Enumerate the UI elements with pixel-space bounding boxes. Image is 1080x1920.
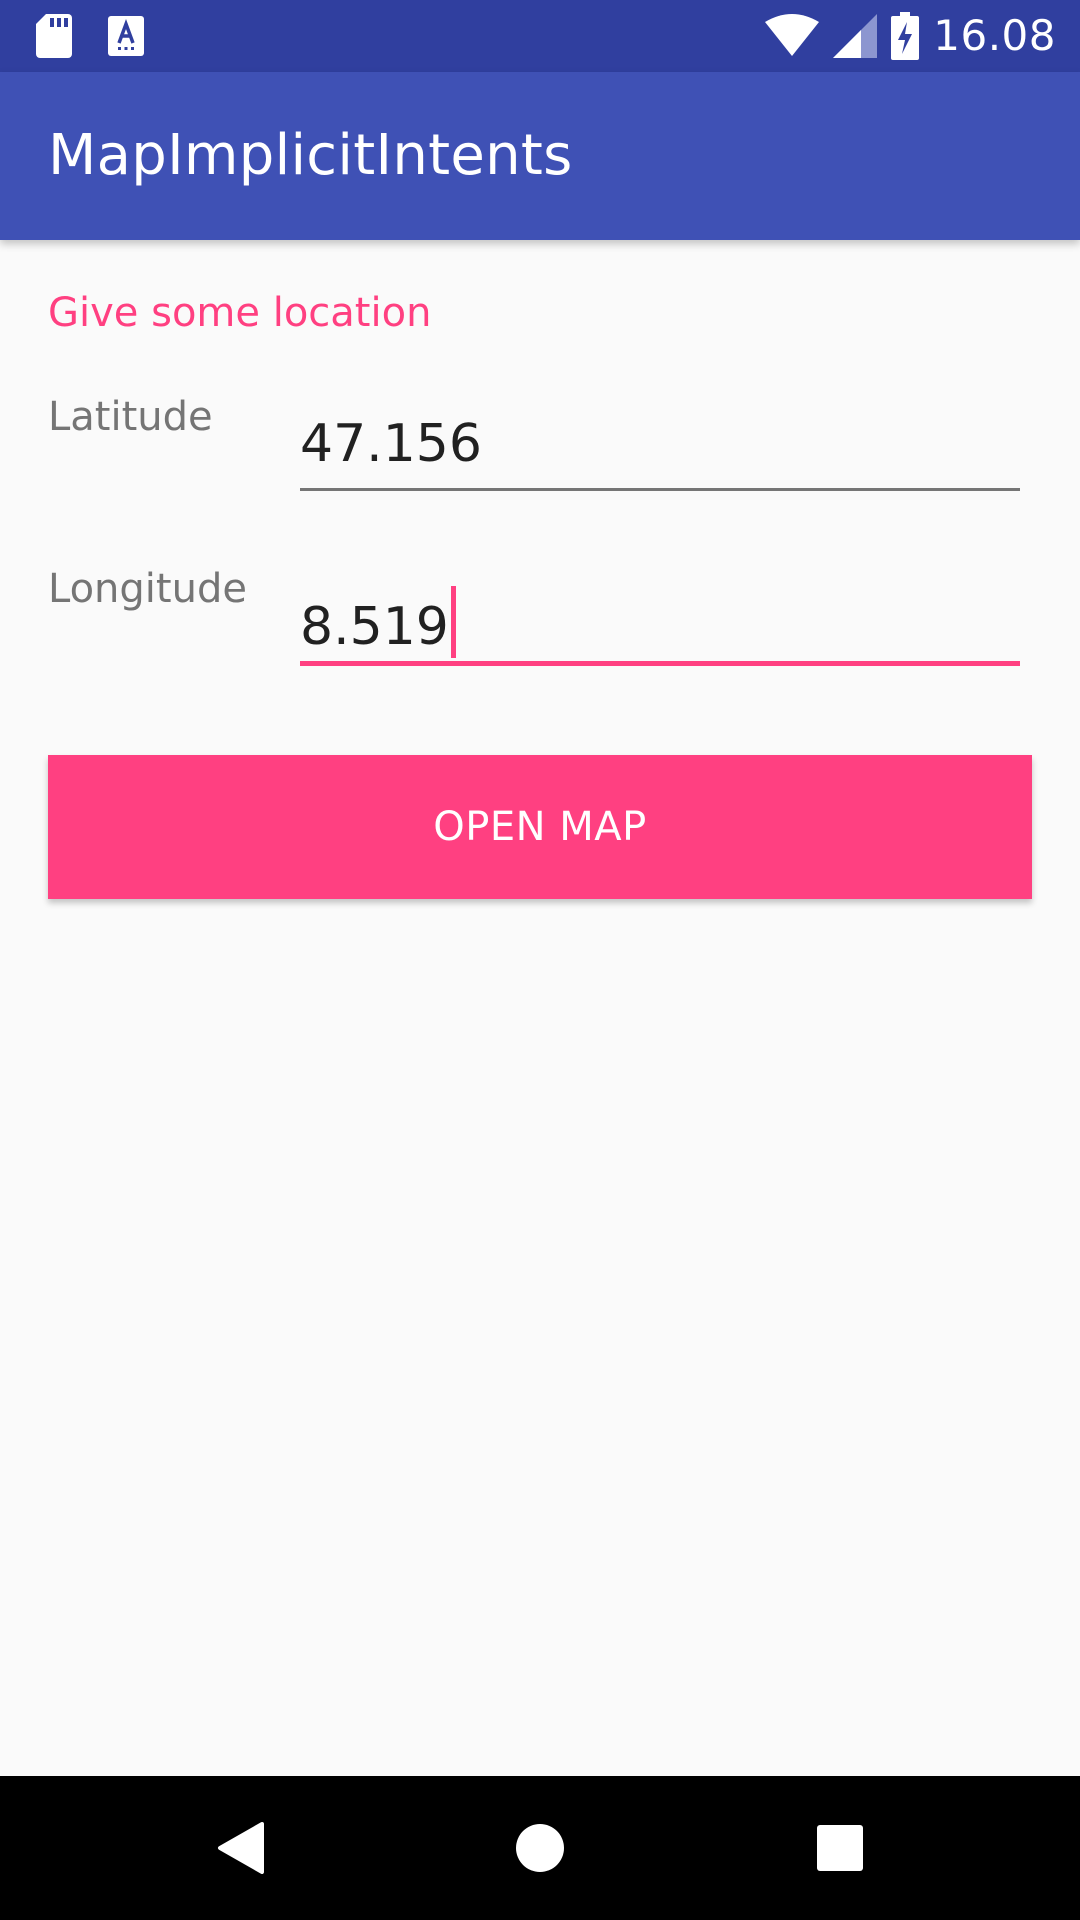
battery-charging-icon xyxy=(891,12,920,60)
location-prompt: Give some location xyxy=(48,290,432,336)
longitude-underline xyxy=(300,661,1020,666)
back-icon xyxy=(216,1822,264,1874)
keyboard-a-icon xyxy=(108,16,144,56)
back-button[interactable] xyxy=(170,1776,310,1920)
open-map-label: OPEN MAP xyxy=(433,804,647,850)
home-button[interactable] xyxy=(470,1776,610,1920)
wifi-icon xyxy=(765,14,820,58)
cellular-signal-icon xyxy=(833,14,878,58)
recents-icon xyxy=(817,1825,863,1871)
status-left-icons xyxy=(36,14,144,58)
longitude-label: Longitude xyxy=(48,566,247,612)
status-time: 16.08 xyxy=(933,11,1056,60)
screen: 16.08 MapImplicitIntents Give some locat… xyxy=(0,0,1080,1920)
latitude-underline xyxy=(300,488,1020,491)
latitude-input[interactable]: 47.156 xyxy=(300,414,1020,486)
longitude-value: 8.519 xyxy=(300,597,449,657)
navigation-bar xyxy=(0,1776,1080,1920)
open-map-button[interactable]: OPEN MAP xyxy=(48,755,1032,899)
home-icon xyxy=(515,1823,565,1873)
latitude-value: 47.156 xyxy=(300,414,482,474)
app-bar: MapImplicitIntents xyxy=(0,72,1080,240)
app-title: MapImplicitIntents xyxy=(48,123,573,188)
text-cursor xyxy=(450,586,456,658)
status-bar: 16.08 xyxy=(0,0,1080,72)
recents-button[interactable] xyxy=(770,1776,910,1920)
sd-card-icon xyxy=(36,14,72,58)
latitude-label: Latitude xyxy=(48,394,213,440)
longitude-input[interactable]: 8.519 xyxy=(300,586,1020,658)
status-right-icons: 16.08 xyxy=(765,0,1056,72)
